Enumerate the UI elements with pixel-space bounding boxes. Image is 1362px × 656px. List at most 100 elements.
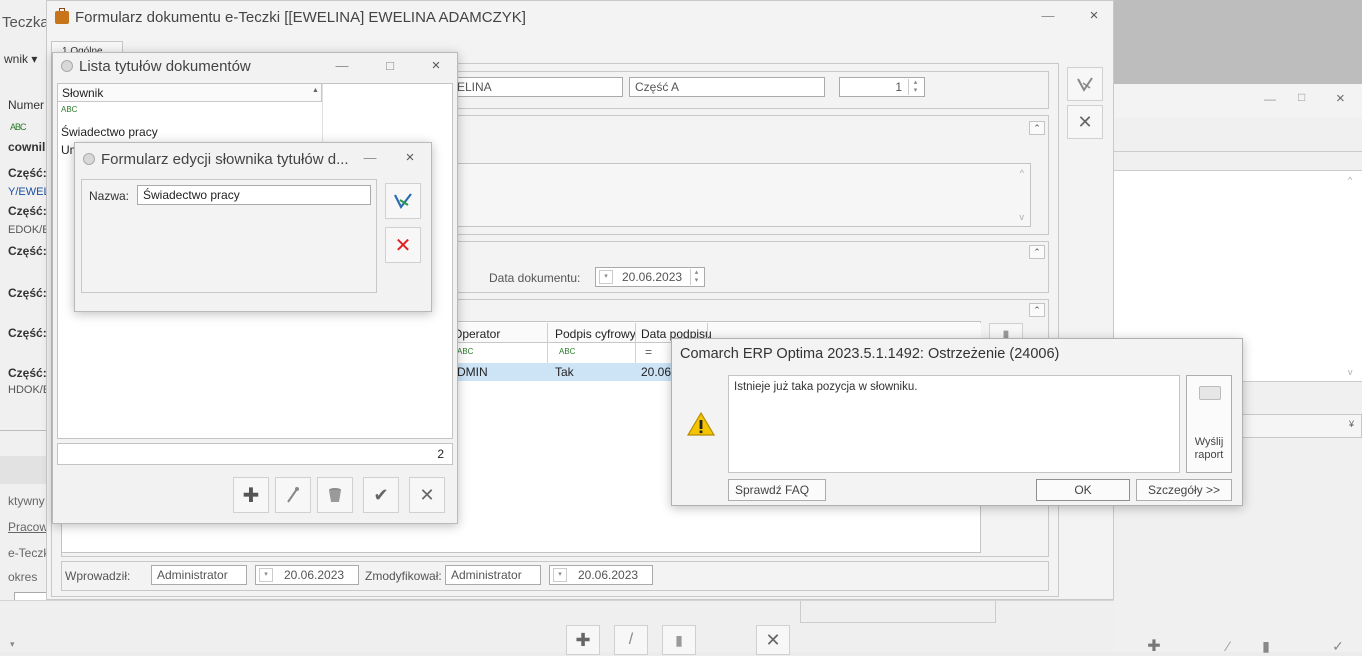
grid-cell-date[interactable]: 20.06 <box>641 365 671 379</box>
filter-icon[interactable]: ABC <box>61 105 77 114</box>
bg-filter-label: okres <box>8 570 38 584</box>
document-date-field[interactable]: ▾ 20.06.2023 ▴ ▾ <box>595 267 705 287</box>
scroll-down-icon[interactable]: v <box>1348 367 1353 377</box>
edit-form-title: Formularz edycji słownika tytułów d... <box>101 150 349 168</box>
bg-row[interactable]: Y/EWEL <box>8 186 50 198</box>
list-header[interactable]: Słownik ▲ <box>58 84 322 102</box>
bg-right-close-button[interactable]: ✓ <box>1320 636 1356 656</box>
main-form-title: Formularz dokumentu e-Teczki [[EWELINA] … <box>75 8 526 26</box>
close-icon[interactable]: × <box>1077 1 1111 31</box>
maximize-icon[interactable]: □ <box>373 53 407 79</box>
background-right-window: — □ × ^ v ¥ ✚ ⁄ ▮ ✓ <box>1114 0 1362 655</box>
send-report-button[interactable]: Wyślij raport <box>1186 375 1232 473</box>
expand-icon[interactable]: ¥ <box>1349 419 1354 429</box>
minimize-icon[interactable]: — <box>1031 1 1065 31</box>
employee-field[interactable]: ELINA <box>451 77 623 97</box>
warning-message: Istnieje już taka pozycja w słowniku. <box>734 381 918 393</box>
document-part-field[interactable]: Część A <box>629 77 825 97</box>
minimize-icon[interactable]: — <box>325 53 359 79</box>
select-button[interactable]: ✔ <box>363 477 399 513</box>
edit-button[interactable]: / <box>614 625 648 655</box>
spinner-arrows-icon[interactable]: ▴ ▾ <box>908 79 922 95</box>
chevron-down-icon[interactable]: ▾ <box>10 639 15 650</box>
delete-button[interactable]: ▮ <box>662 625 696 655</box>
scroll-up-icon[interactable]: ^ <box>1348 175 1352 185</box>
collapse-icon[interactable]: ⌃ <box>1029 303 1045 317</box>
date-dropdown-icon[interactable]: ▾ <box>599 270 613 284</box>
add-button[interactable]: ✚ <box>566 625 600 655</box>
collapse-icon[interactable]: ⌃ <box>1029 121 1045 135</box>
introduced-date-field: ▾ 20.06.2023 <box>255 565 359 585</box>
bg-right-delete-button[interactable]: ▮ <box>1248 636 1284 656</box>
cancel-icon: ✕ <box>1077 111 1093 132</box>
save-button[interactable] <box>385 183 421 219</box>
edit-icon <box>287 487 299 503</box>
column-operator[interactable]: Operator <box>453 327 500 341</box>
name-input[interactable]: Świadectwo pracy <box>137 185 371 205</box>
close-icon[interactable]: × <box>1336 90 1345 107</box>
bg-filter-label: ktywny <box>8 494 45 508</box>
bg-window-title: Teczka <box>2 14 49 31</box>
save-button[interactable] <box>1067 67 1103 101</box>
filter-icon[interactable]: ABC <box>457 347 473 356</box>
bg-right-edit-button[interactable]: ⁄ <box>1210 636 1246 656</box>
cancel-button[interactable]: ✕ <box>1067 105 1103 139</box>
bg-row[interactable]: EDOK/E <box>8 224 50 236</box>
close-button[interactable]: ✕ <box>756 625 790 655</box>
minimize-icon[interactable]: — <box>1264 92 1276 106</box>
column-dictionary: Słownik <box>62 86 104 100</box>
bg-row[interactable]: Część: <box>8 204 47 218</box>
list-window-titlebar: Lista tytułów dokumentów — □ × <box>53 53 457 79</box>
details-button[interactable]: Szczegóły >> <box>1136 479 1232 501</box>
main-form-titlebar: Formularz dokumentu e-Teczki [[EWELINA] … <box>47 1 1113 33</box>
filter-equals-icon[interactable]: = <box>645 345 652 359</box>
date-dropdown-icon[interactable]: ▾ <box>259 568 273 582</box>
bg-dictionary-dropdown[interactable]: wnik ▾ <box>4 52 37 66</box>
close-icon[interactable]: × <box>419 53 453 79</box>
bg-row[interactable]: Część: <box>8 286 47 300</box>
modified-date-field: ▾ 20.06.2023 <box>549 565 653 585</box>
filter-icon[interactable]: ABC <box>559 347 575 356</box>
scroll-up-icon[interactable]: ^ <box>1020 168 1024 178</box>
add-icon: ✚ <box>242 484 260 507</box>
modified-label: Zmodyfikował: <box>365 569 442 583</box>
warning-title: Comarch ERP Optima 2023.5.1.1492: Ostrze… <box>680 346 1060 362</box>
warning-icon <box>686 411 716 440</box>
cancel-button[interactable]: ✕ <box>385 227 421 263</box>
description-textarea[interactable]: ^ v <box>451 163 1031 227</box>
minimize-icon[interactable]: — <box>353 143 387 173</box>
collapse-icon[interactable]: ⌃ <box>1029 245 1045 259</box>
list-item[interactable]: Świadectwo pracy <box>61 125 158 139</box>
report-icon <box>1199 386 1221 400</box>
close-button[interactable]: ✕ <box>409 477 445 513</box>
spinner-arrows-icon[interactable]: ▴ ▾ <box>690 269 702 285</box>
bg-row[interactable]: Część: <box>8 326 47 340</box>
check-faq-button[interactable]: Sprawdź FAQ <box>728 479 826 501</box>
bottom-panel <box>800 601 996 623</box>
bg-row[interactable]: cownil <box>8 140 45 154</box>
bg-right-dark-header <box>1114 0 1362 84</box>
edit-button[interactable] <box>275 477 311 513</box>
ok-button[interactable]: OK <box>1036 479 1130 501</box>
bg-filter-label: e-Teczk <box>8 546 50 560</box>
dictionary-edit-form: Formularz edycji słownika tytułów d... —… <box>74 142 432 312</box>
save-icon <box>1077 77 1093 92</box>
bg-row[interactable]: Część: <box>8 244 47 258</box>
scroll-down-icon[interactable]: v <box>1020 212 1025 222</box>
add-button[interactable]: ✚ <box>233 477 269 513</box>
warning-message-box: Istnieje już taka pozycja w słowniku. <box>728 375 1180 473</box>
date-dropdown-icon[interactable]: ▾ <box>553 568 567 582</box>
grid-cell-signature[interactable]: Tak <box>555 365 574 379</box>
bg-column-numer[interactable]: Numer <box>8 98 44 112</box>
app-icon <box>61 60 73 72</box>
close-icon[interactable]: × <box>393 143 427 173</box>
bg-row[interactable]: Część: <box>8 166 47 180</box>
grid-cell-operator[interactable]: DMIN <box>457 365 488 379</box>
column-digital-signature[interactable]: Podpis cyfrowy <box>555 327 636 341</box>
bg-right-add-button[interactable]: ✚ <box>1136 636 1172 656</box>
bg-row[interactable]: Część: <box>8 366 47 380</box>
delete-button[interactable] <box>317 477 353 513</box>
maximize-icon[interactable]: □ <box>1298 90 1305 104</box>
bg-row[interactable]: HDOK/E <box>8 384 50 396</box>
part-number-spinner[interactable]: 1 ▴ ▾ <box>839 77 925 97</box>
